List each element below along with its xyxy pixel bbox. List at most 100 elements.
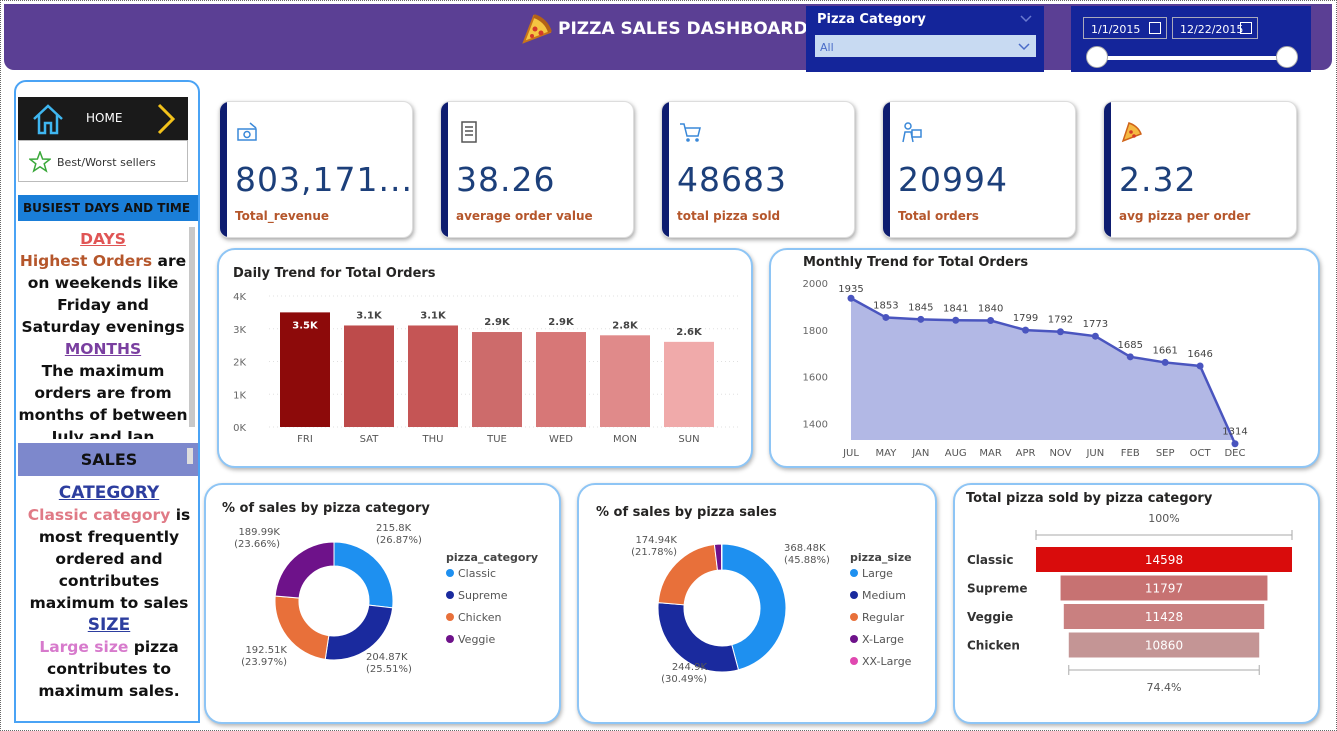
data-point xyxy=(917,315,925,323)
delivery-icon xyxy=(902,122,922,143)
y-tick-label: 4K xyxy=(233,292,246,303)
bar xyxy=(472,332,522,427)
end-date-value: 12/22/2015 xyxy=(1180,23,1244,36)
pizza-category-slicer[interactable]: Pizza Category All xyxy=(806,6,1044,72)
size-heading: SIZE xyxy=(87,615,131,635)
bar xyxy=(408,325,458,427)
card-accent-bar xyxy=(220,102,227,237)
data-point xyxy=(987,316,995,324)
months-text: The maximum orders are from months of be… xyxy=(18,362,188,439)
category-label: Classic xyxy=(967,553,1014,567)
data-label: 11428 xyxy=(1145,610,1183,624)
pizza-sold-category-panel: Total pizza sold by pizza category 100% 1… xyxy=(953,483,1320,724)
data-point xyxy=(1161,358,1169,366)
x-tick-label: NOV xyxy=(1049,448,1071,459)
data-label: 1799 xyxy=(1013,313,1038,324)
kpi-value: 803,171.... xyxy=(235,160,413,199)
x-tick-label: APR xyxy=(1016,448,1036,459)
scrollbar[interactable] xyxy=(189,227,195,427)
x-tick-label: SAT xyxy=(360,434,380,445)
x-tick-label: OCT xyxy=(1190,448,1212,459)
daily-trend-panel: Daily Trend for Total Orders 0K 1K 2K 3K 4K 3… xyxy=(217,248,753,468)
chart-title: Total pizza sold by pizza category xyxy=(966,491,1213,506)
data-label: 1773 xyxy=(1083,319,1108,330)
scrollbar[interactable] xyxy=(187,448,193,464)
chart-title: % of sales by pizza sales xyxy=(596,505,777,520)
legend-marker xyxy=(850,569,858,577)
star-icon xyxy=(29,151,51,173)
kpi-value: 48683 xyxy=(677,160,787,199)
pie-slice xyxy=(333,541,394,609)
days-heading: DAYS xyxy=(80,230,126,248)
kpi-card-revenue: 803,171.... Total_revenue xyxy=(219,101,413,238)
card-accent-bar xyxy=(1104,102,1111,237)
money-icon xyxy=(237,122,257,141)
legend-label: Supreme xyxy=(458,589,508,602)
funnel-top-label: 100% xyxy=(1148,512,1179,525)
monthly-trend-panel: Monthly Trend for Total Orders 1400 1600 1… xyxy=(769,248,1320,468)
start-date-input[interactable]: 1/1/2015 xyxy=(1083,17,1167,39)
x-tick-label: JUL xyxy=(842,448,859,459)
y-tick-label: 1K xyxy=(233,390,246,401)
kpi-value: 38.26 xyxy=(456,160,556,199)
chevron-down-icon[interactable] xyxy=(1020,12,1032,24)
data-label-pct: (30.49%) xyxy=(661,674,707,685)
data-label: 215.8K xyxy=(376,523,412,534)
category-label: Supreme xyxy=(967,582,1027,596)
busiest-heading: BUSIEST DAYS AND TIME xyxy=(18,195,198,221)
daily-trend-chart: 0K 1K 2K 3K 4K 3.5K FRI 3.1K SAT 3.1K THU 2.9K TUE 2.… xyxy=(233,292,739,445)
data-label: 3.1K xyxy=(356,310,383,321)
x-tick-label: JAN xyxy=(911,448,929,459)
best-worst-sellers-button[interactable]: Best/Worst sellers xyxy=(18,140,188,182)
date-slider-track[interactable] xyxy=(1093,56,1293,60)
data-label: 1845 xyxy=(908,302,933,313)
start-date-value: 1/1/2015 xyxy=(1091,23,1141,36)
date-slider-end-handle[interactable] xyxy=(1276,46,1298,68)
data-label: 174.94K xyxy=(635,535,677,546)
y-tick-label: 1400 xyxy=(803,420,828,431)
date-slider-start-handle[interactable] xyxy=(1086,46,1108,68)
dashboard-title: PIZZA SALES DASHBOARD xyxy=(520,12,808,46)
data-label: 10860 xyxy=(1145,639,1183,653)
chevron-down-icon xyxy=(1018,43,1030,51)
pie-slice xyxy=(720,543,723,571)
size-text: Large size pizza contributes to maximum … xyxy=(18,636,198,702)
kpi-card-pizza-sold: 48683 total pizza sold xyxy=(661,101,855,238)
bar xyxy=(344,325,394,427)
x-tick-label: FEB xyxy=(1121,448,1140,459)
kpi-card-avg-order: 38.26 average order value xyxy=(440,101,634,238)
calendar-icon[interactable] xyxy=(1149,22,1161,34)
slicer-dropdown[interactable]: All xyxy=(815,35,1036,57)
calendar-icon[interactable] xyxy=(1240,22,1252,34)
kpi-label: total pizza sold xyxy=(677,209,781,223)
chart-title: % of sales by pizza category xyxy=(222,501,430,516)
bar xyxy=(600,335,650,427)
data-label: 192.51K xyxy=(245,645,287,656)
data-label: 204.87K xyxy=(366,652,408,663)
home-button[interactable]: HOME xyxy=(18,97,188,140)
data-label: 189.99K xyxy=(238,527,280,538)
category-label: Veggie xyxy=(967,610,1013,624)
data-label-pct: (23.66%) xyxy=(234,539,280,550)
data-label: 1792 xyxy=(1048,315,1073,326)
card-accent-bar xyxy=(883,102,890,237)
end-date-input[interactable]: 12/22/2015 xyxy=(1172,17,1258,39)
y-tick-label: 3K xyxy=(233,325,246,336)
kpi-label: average order value xyxy=(456,209,593,223)
data-label: 1314 xyxy=(1222,427,1247,438)
data-label-pct: (26.87%) xyxy=(376,535,422,546)
legend-label: Large xyxy=(862,567,893,580)
data-label: 1841 xyxy=(943,303,968,314)
category-highlight: Classic category xyxy=(27,506,171,524)
size-donut-chart: 368.48K(45.88%) 244.9K(30.49%) 174.94K(21.… xyxy=(631,535,912,685)
days-text: Highest Orders are on weekends like Frid… xyxy=(18,250,188,338)
x-tick-label: WED xyxy=(549,434,573,445)
y-tick-label: 2000 xyxy=(803,279,828,290)
data-label: 2.9K xyxy=(484,317,511,328)
legend-marker xyxy=(446,635,454,643)
home-label: HOME xyxy=(86,111,123,125)
x-tick-label: SEP xyxy=(1156,448,1175,459)
chart-title: Daily Trend for Total Orders xyxy=(233,266,436,281)
busiest-text: DAYS Highest Orders are on weekends like… xyxy=(18,223,188,439)
legend-label: X-Large xyxy=(862,633,904,646)
